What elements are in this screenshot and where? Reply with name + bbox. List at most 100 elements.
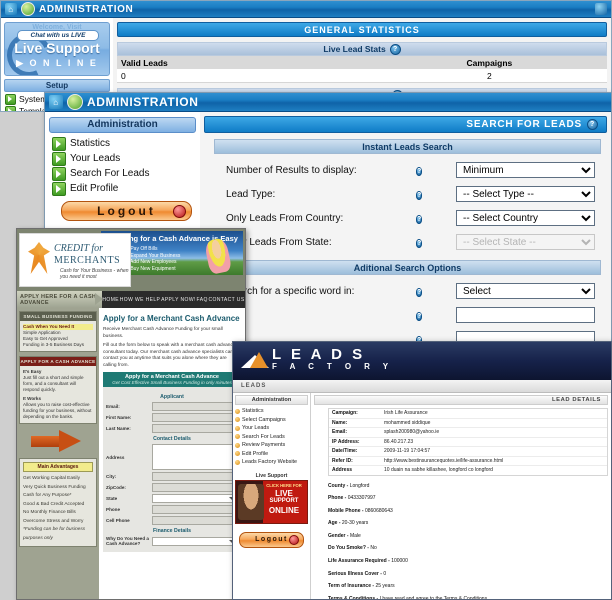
cell-campaigns: 2 bbox=[487, 70, 492, 81]
state-select[interactable]: -- Select State -- bbox=[456, 234, 595, 250]
detail-value: mohammed siddique bbox=[384, 419, 431, 426]
keyword-field-select[interactable]: Select bbox=[456, 283, 595, 299]
help-icon[interactable]: ? bbox=[389, 43, 401, 55]
list-item: County - Longford bbox=[328, 482, 370, 489]
reason-select[interactable] bbox=[152, 536, 238, 546]
sidebar-item-search-for-leads[interactable]: Search For Leads bbox=[235, 433, 308, 442]
detail-key: Age bbox=[328, 520, 338, 527]
cfm-logo-tagline: Cash for Your Business - when you need i… bbox=[60, 268, 129, 280]
help-icon[interactable]: ? bbox=[587, 119, 598, 130]
ls-support: SUPPORT bbox=[269, 497, 299, 504]
sidebar-item-statistics[interactable]: Statistics bbox=[235, 407, 308, 416]
table-row: Address 10 duain na sabhe killashee, long… bbox=[329, 466, 607, 475]
label-last-name: Last Name: bbox=[106, 426, 131, 431]
sidebar-item-your-leads[interactable]: Your Leads bbox=[235, 424, 308, 433]
admin-window-titlebar: ⌂ ADMINISTRATION bbox=[45, 93, 611, 112]
field-row-results: Number of Results to display: ? Minimum bbox=[204, 158, 607, 182]
phone-field[interactable] bbox=[152, 505, 238, 514]
nav-contact-us[interactable]: CONTACT US bbox=[209, 297, 245, 303]
detail-key: County bbox=[328, 482, 346, 489]
zipcode-field[interactable] bbox=[152, 483, 238, 492]
form-row-phone: Phone bbox=[106, 505, 238, 514]
control-cell bbox=[456, 307, 607, 323]
first-name-field[interactable] bbox=[152, 413, 238, 422]
nav-apply-now[interactable]: APPLY NOW! bbox=[161, 297, 196, 303]
sidebar-item-label: Leads Factory Website bbox=[242, 459, 298, 466]
live-support-status: ▶ O N L I N E bbox=[16, 58, 98, 68]
home-icon[interactable]: ⌂ bbox=[5, 3, 17, 15]
live-support-widget[interactable]: Welcome, Visit Chat with us LIVE Live Su… bbox=[4, 22, 110, 76]
rss-icon[interactable] bbox=[595, 3, 607, 15]
detail-key: Date/Time: bbox=[332, 448, 358, 454]
sidebar-item-your-leads[interactable]: Your Leads bbox=[50, 151, 198, 166]
detail-key: Serious Illness Cover bbox=[328, 570, 379, 577]
help-icon[interactable]: ? bbox=[416, 167, 423, 176]
detail-key: Campaign: bbox=[332, 410, 358, 416]
form-header-line2: Get Cost Effective Small Business Fundin… bbox=[112, 380, 232, 385]
sidebar-item-leads-factory-website[interactable]: Leads Factory Website bbox=[235, 458, 308, 467]
results-to-display-select[interactable]: Minimum bbox=[456, 162, 595, 178]
nav-faq[interactable]: FAQ bbox=[197, 297, 208, 303]
detail-key: Phone bbox=[328, 495, 344, 502]
label-email: Email: bbox=[106, 404, 120, 409]
globe-icon bbox=[67, 94, 83, 110]
list-item: Life Assurance Required - 100000 bbox=[328, 558, 408, 565]
cfm-logo-line2: MERCHANTS bbox=[54, 255, 121, 266]
arrow-icon bbox=[52, 181, 66, 196]
table-row: Refer ID: http://www.bestinsurancequotes.… bbox=[329, 457, 607, 466]
sidebar-item-edit-profile[interactable]: Edit Profile bbox=[50, 181, 198, 196]
help-icon[interactable]: ? bbox=[416, 312, 423, 321]
admin-nav: Statistics Your Leads Search For Leads E… bbox=[47, 136, 198, 196]
home-icon[interactable]: ⌂ bbox=[49, 95, 63, 109]
detail-key: Do You Smoke? bbox=[328, 545, 366, 552]
control-cell: -- Select Country bbox=[456, 210, 607, 226]
box-item-desc: Allows you to raise cost-effective fundi… bbox=[23, 402, 92, 419]
cell-phone-field[interactable] bbox=[152, 516, 238, 525]
help-icon[interactable]: ? bbox=[416, 215, 423, 224]
sidebar-item-statistics[interactable]: Statistics bbox=[50, 136, 198, 151]
label-search-specific-word: Search for a specific word in: bbox=[226, 285, 355, 297]
sidebar-item-label: Search For Leads bbox=[70, 168, 150, 179]
bullet-icon bbox=[235, 425, 240, 431]
leads-factory-logo[interactable]: L E A D S F A C T O R Y bbox=[241, 347, 393, 372]
help-icon[interactable]: ? bbox=[416, 288, 423, 297]
tab-leads[interactable]: LEADS bbox=[241, 383, 266, 389]
country-select[interactable]: -- Select Country bbox=[456, 210, 595, 226]
help-cell: ? bbox=[416, 164, 456, 176]
lf-live-support-banner[interactable]: CLICK HERE FOR LIVE SUPPORT ONLINE bbox=[235, 479, 308, 524]
sidebar-item-review-payments[interactable]: Review Payments bbox=[235, 441, 308, 450]
field-row-keyword-input-1: ? bbox=[204, 303, 607, 327]
city-field[interactable] bbox=[152, 472, 238, 481]
logout-button[interactable]: Logout bbox=[61, 201, 192, 221]
help-icon[interactable]: ? bbox=[416, 239, 423, 248]
last-name-field[interactable] bbox=[152, 424, 238, 433]
keyword-input-1[interactable] bbox=[456, 307, 595, 323]
sidebar-item-search-for-leads[interactable]: Search For Leads bbox=[50, 166, 198, 181]
cfm-logo[interactable]: CREDIT for MERCHANTS Cash for Your Busin… bbox=[19, 233, 131, 287]
form-row-last-name: Last Name: bbox=[106, 424, 238, 433]
box-body: It's Easy Just fill out a short and simp… bbox=[20, 366, 96, 423]
email-field[interactable] bbox=[152, 402, 238, 411]
label-cell-phone: Cell Phone bbox=[106, 518, 130, 523]
detail-value: 0 bbox=[383, 570, 387, 577]
mountain-icon bbox=[241, 351, 269, 368]
nav-home[interactable]: HOME bbox=[102, 297, 119, 303]
lf-logout-button[interactable]: Logout bbox=[239, 531, 304, 548]
address-field[interactable] bbox=[152, 444, 238, 470]
form-row-city: City: bbox=[106, 472, 238, 481]
state-select[interactable] bbox=[152, 494, 238, 503]
sidebar-item-edit-profile[interactable]: Edit Profile bbox=[235, 450, 308, 459]
label-first-name: First Name: bbox=[106, 415, 132, 420]
detail-key: Terms & Conditions bbox=[328, 595, 376, 600]
apply-here-tab[interactable]: APPLY HERE FOR A CASH ADVANCE bbox=[17, 291, 103, 308]
control-cell: Minimum bbox=[456, 162, 607, 178]
form-row-cell-phone: Cell Phone bbox=[106, 516, 238, 525]
lead-type-select[interactable]: -- Select Type -- bbox=[456, 186, 595, 202]
bullet-icon bbox=[235, 459, 240, 465]
detail-key: Address bbox=[332, 467, 353, 473]
lead-details-header: LEAD DETAILS bbox=[314, 395, 608, 405]
cfm-application-form: Applicant Email: First Name: Last Name: … bbox=[103, 387, 241, 552]
nav-how-we-help[interactable]: HOW WE HELP bbox=[120, 297, 161, 303]
sidebar-item-select-campaigns[interactable]: Select Campaigns bbox=[235, 416, 308, 425]
help-icon[interactable]: ? bbox=[416, 191, 423, 200]
